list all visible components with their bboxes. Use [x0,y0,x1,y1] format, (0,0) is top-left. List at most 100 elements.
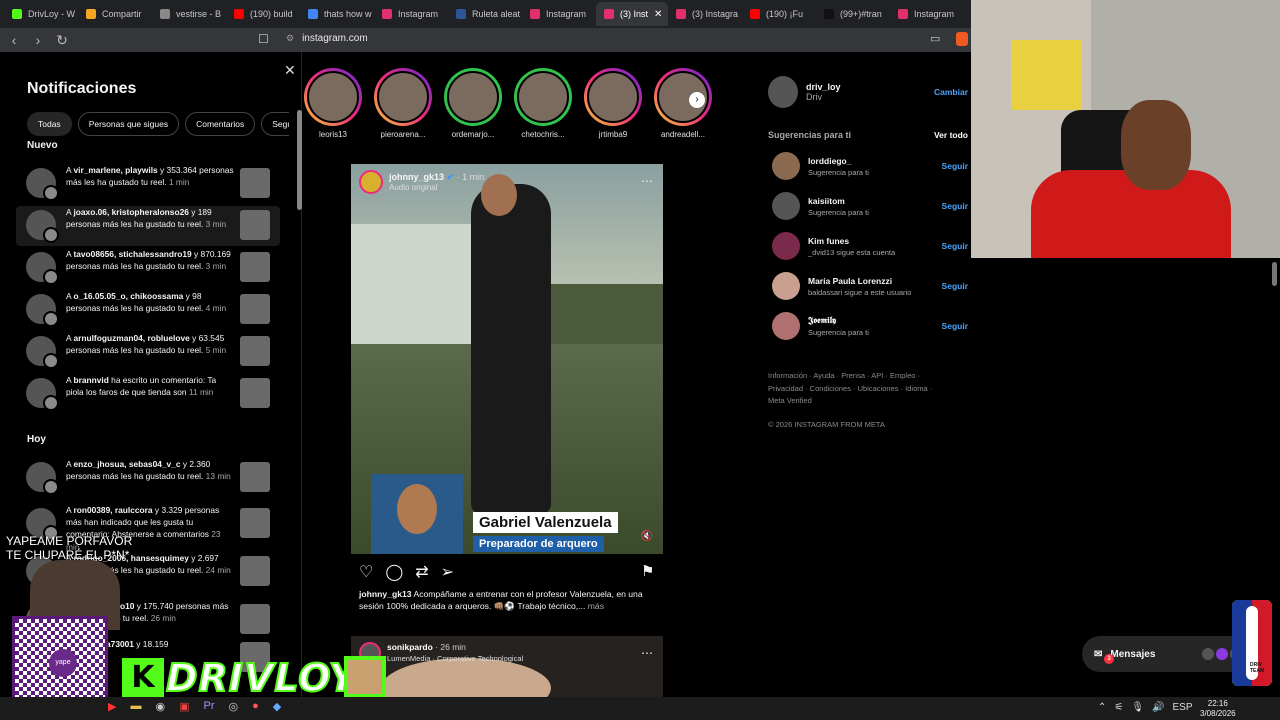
follow-button[interactable]: Seguir [942,281,968,291]
reload-icon[interactable]: ↻ [52,32,72,49]
notification-item[interactable]: A arnulfoguzman04, robluelove y 63.545 p… [16,332,280,372]
notification-thumbnail[interactable] [240,294,270,324]
app-icon[interactable]: ◆ [273,700,281,713]
story-ring[interactable] [514,68,572,126]
notification-thumbnail[interactable] [240,462,270,492]
story-item[interactable]: leoris13 [303,68,363,139]
story-item[interactable]: pieroarena... [373,68,433,139]
site-info-icon[interactable]: ⚙ [286,33,294,44]
story-item[interactable]: jrtimba9 [583,68,643,139]
notification-avatar[interactable] [26,168,59,201]
tray-expand-icon[interactable]: ⌃ [1098,702,1106,713]
notification-users[interactable]: arnulfoguzman04, robluelove [73,333,189,343]
post-author-avatar[interactable] [359,170,383,194]
notification-item[interactable]: A vir_marlene, playwils y 353.364 person… [16,164,280,204]
story-ring[interactable] [374,68,432,126]
close-icon[interactable]: ✕ [284,62,296,79]
chrome-icon[interactable]: ● [252,700,259,713]
notification-avatar[interactable] [26,294,59,327]
comment-icon[interactable]: ◯ [385,562,403,582]
notification-thumbnail[interactable] [240,168,270,198]
browser-tab[interactable]: Compartir [78,2,152,26]
url-field[interactable]: ⚙ instagram.com [286,33,368,44]
language-indicator[interactable]: ESP [1173,702,1193,713]
reel-post[interactable]: johnny_gk13 ✔ · 1 min Audio original ⋯ G… [351,164,663,554]
browser-tab[interactable]: (190) ¡Fu [742,2,816,26]
filter-following[interactable]: Personas que sigues [77,112,180,136]
filter-followers[interactable]: Seguid [261,112,289,136]
browser-tab[interactable]: Instagram [374,2,448,26]
mute-icon[interactable]: 🔇 [641,531,653,542]
tab-close-icon[interactable]: ✕ [654,9,662,20]
mic-icon[interactable]: 🎙 [1131,702,1144,713]
like-icon[interactable]: ♡ [359,562,373,582]
obs-icon[interactable]: ◎ [228,700,238,713]
browser-tab[interactable]: vestirse - B [152,2,226,26]
next-post-options-icon[interactable]: ⋯ [641,646,653,660]
folder-icon[interactable]: ▬ [130,700,141,713]
back-icon[interactable]: ‹ [4,32,24,48]
browser-tab[interactable]: Instagram [522,2,596,26]
suggestion-name[interactable]: kaisiitom [808,196,869,206]
notification-item[interactable]: A enzo_jhosua, sebas04_v_c y 2.360 perso… [16,458,280,498]
browser-tab[interactable]: Ruleta aleat [448,2,522,26]
notification-item[interactable]: A joaxo.06, kristopheralonso26 y 189 per… [16,206,280,246]
filter-comments[interactable]: Comentarios [185,112,256,136]
share-icon[interactable]: ➢ [441,562,454,582]
follow-button[interactable]: Seguir [942,161,968,171]
page-scrollbar[interactable] [1272,262,1277,286]
notification-thumbnail[interactable] [240,378,270,408]
story-ring[interactable] [444,68,502,126]
suggestion-avatar[interactable] [772,272,800,300]
current-user-avatar[interactable] [768,76,798,108]
notification-avatar[interactable] [26,378,59,411]
next-post[interactable]: sonikpardo · 26 min LumenMedia · Corpora… [351,636,663,697]
see-all-link[interactable]: Ver todo [934,130,968,140]
post-audio[interactable]: Audio original [389,183,484,192]
post-author[interactable]: johnny_gk13 [389,172,444,182]
notification-avatar[interactable] [26,336,59,369]
browser-tab[interactable]: DrivLoy - W [4,2,78,26]
suggestion-name[interactable]: María Paula Lorenzzi [808,276,911,286]
clock[interactable]: 22:16 3/08/2026 [1200,699,1236,719]
repost-icon[interactable]: ⇄ [415,562,428,582]
notification-users[interactable]: o_16.05.05_o, chikoossama [73,291,183,301]
follow-button[interactable]: Seguir [942,321,968,331]
volume-icon[interactable]: 🔊 [1152,702,1164,713]
browser-tab[interactable]: (190) build [226,2,300,26]
notification-users[interactable]: tavo08656, stichalessandro19 [73,249,191,259]
suggestion-name[interactable]: Kim funes [808,236,895,246]
browser-tab[interactable]: thats how w [300,2,374,26]
current-username[interactable]: driv_loy [806,82,841,92]
browser-tab[interactable]: (3) Inst ✕ [596,2,668,26]
notifications-scrollbar[interactable] [297,110,302,210]
network-icon[interactable]: ⚟ [1114,702,1123,713]
suggestion-avatar[interactable] [772,312,800,340]
suggestion-name[interactable]: lorddiego_ [808,156,869,166]
notification-users[interactable]: brannvid [73,375,108,385]
suggestion-avatar[interactable] [772,152,800,180]
suggestion-avatar[interactable] [772,232,800,260]
browser-tab[interactable]: (3) Instagra [668,2,742,26]
cast-icon[interactable]: ▭ [930,32,940,45]
story-item[interactable]: chetochris... [513,68,573,139]
premiere-icon[interactable]: Pr [203,700,214,713]
footer-links[interactable]: Información · Ayuda · Prensa · API · Emp… [768,370,968,408]
notification-thumbnail[interactable] [240,336,270,366]
notification-avatar[interactable] [26,252,59,285]
brave-shield-icon[interactable] [956,32,968,46]
post-author-line[interactable]: johnny_gk13 ✔ · 1 min [389,172,484,183]
notification-item[interactable]: A brannvid ha escrito un comentario: Ta … [16,374,280,414]
next-post-author-line[interactable]: sonikpardo · 26 min [387,642,466,652]
suggestion-avatar[interactable] [772,192,800,220]
notification-item[interactable]: A tavo08656, stichalessandro19 y 870.169… [16,248,280,288]
next-post-author[interactable]: sonikpardo [387,642,433,652]
switch-account-button[interactable]: Cambiar [934,87,968,97]
caption-author[interactable]: johnny_gk13 [359,589,412,599]
suggestion-name[interactable]: 𝕵𝖔𝖊𝖒𝖎𝖑𝖞 [808,315,869,326]
notification-users[interactable]: enzo_jhosua, sebas04_v_c [73,459,180,469]
follow-button[interactable]: Seguir [942,241,968,251]
steam-icon[interactable]: ◉ [155,700,165,713]
notification-users[interactable]: vir_marlene, playwils [73,165,157,175]
media-icon[interactable]: ▣ [179,700,189,713]
